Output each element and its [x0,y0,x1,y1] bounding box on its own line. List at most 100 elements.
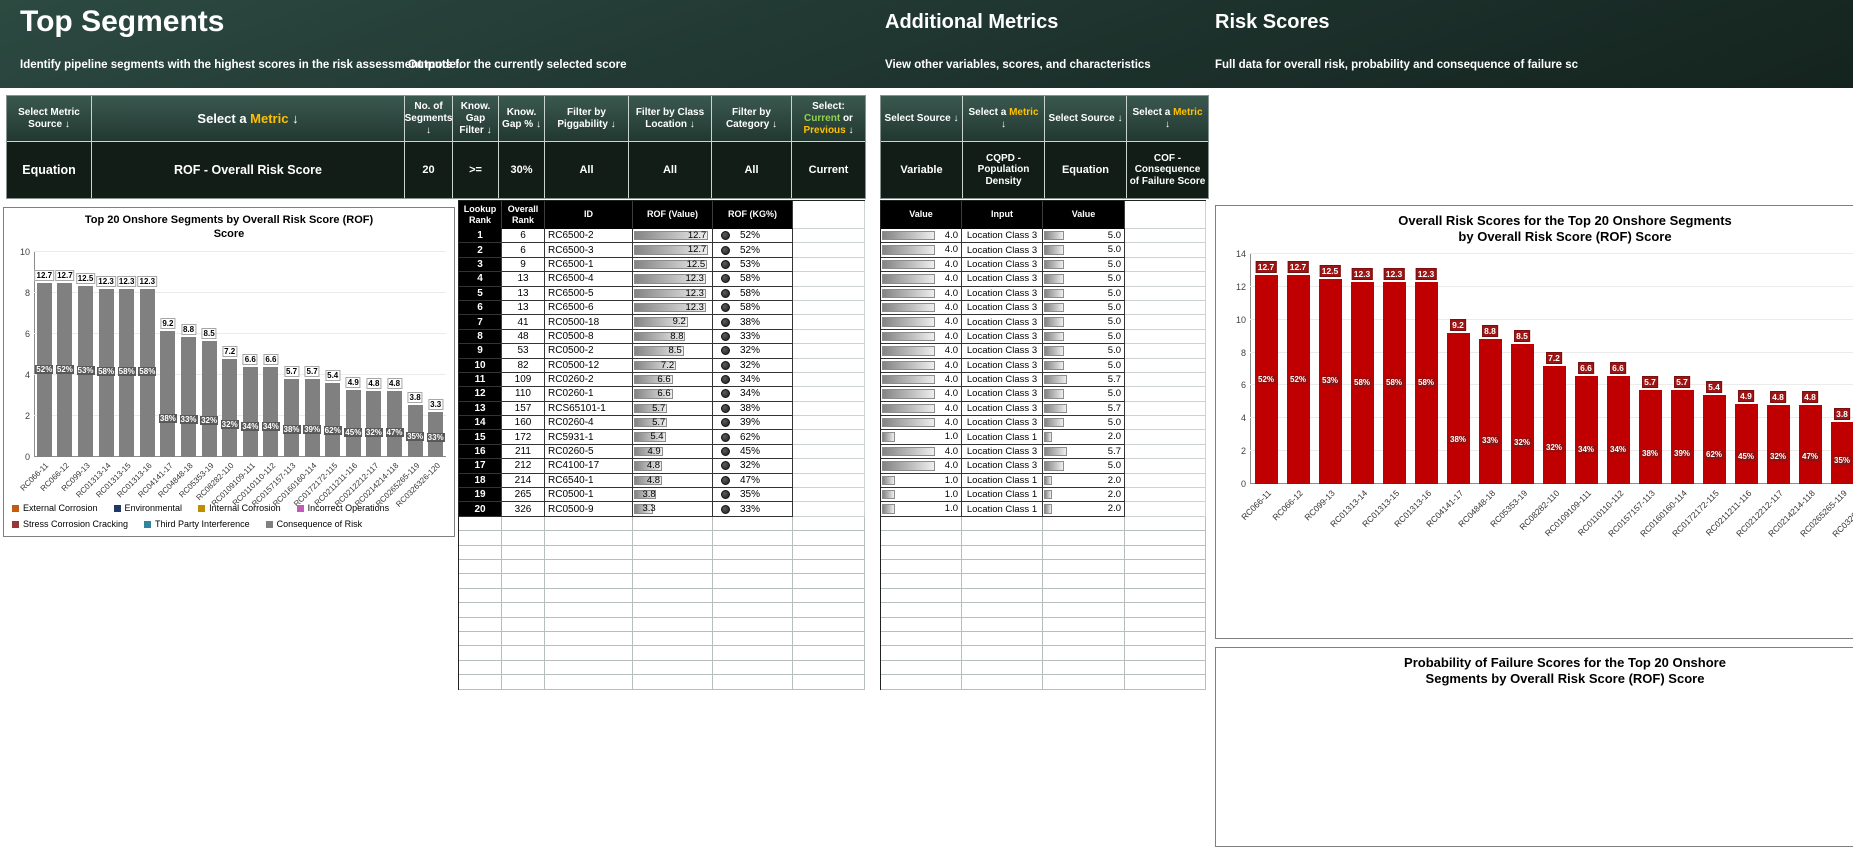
overall-rank-cell[interactable]: 13 [502,301,545,315]
segment-id-cell[interactable]: RCS65101-1 [545,402,633,416]
empty-cell[interactable] [633,531,713,545]
metric-input-cell[interactable]: Location Class 3 [962,272,1043,286]
top-segments-chart[interactable]: Top 20 Onshore Segments by Overall Risk … [3,207,455,537]
empty-cell[interactable] [793,488,865,502]
metric-score-cell[interactable]: 5.0 [1043,459,1125,473]
empty-cell[interactable] [1125,517,1206,531]
empty-cell[interactable] [545,603,633,617]
empty-cell[interactable] [793,315,865,329]
overall-rank-cell[interactable]: 214 [502,474,545,488]
metric-value-cell[interactable]: 1.0 [881,430,962,444]
empty-cell[interactable] [1125,474,1206,488]
empty-cell[interactable] [1125,229,1206,243]
empty-cell[interactable] [962,589,1043,603]
metric-input-cell[interactable]: Location Class 3 [962,243,1043,257]
bar[interactable] [387,391,402,457]
empty-cell[interactable] [502,618,545,632]
empty-cell[interactable] [793,546,865,560]
empty-cell[interactable] [881,517,962,531]
metric-score-cell[interactable]: 5.7 [1043,373,1125,387]
metric-score-cell[interactable]: 5.0 [1043,229,1125,243]
rof-value-cell[interactable]: 3.8 [633,488,713,502]
empty-cell[interactable] [962,632,1043,646]
overall-rank-cell[interactable]: 326 [502,502,545,516]
rof-value-cell[interactable]: 4.9 [633,445,713,459]
metric-input-cell[interactable]: Location Class 1 [962,430,1043,444]
empty-cell[interactable] [881,531,962,545]
metric-value-cell[interactable]: 4.0 [881,301,962,315]
empty-cell[interactable] [1125,632,1206,646]
segment-id-cell[interactable]: RC0500-2 [545,344,633,358]
empty-cell[interactable] [1125,359,1206,373]
rof-kg-cell[interactable]: 39% [713,416,793,430]
empty-cell[interactable] [793,459,865,473]
segment-id-cell[interactable]: RC6500-4 [545,272,633,286]
rof-kg-cell[interactable]: 33% [713,502,793,516]
rof-value-cell[interactable]: 8.8 [633,330,713,344]
source-select-2[interactable]: Equation [1045,142,1126,198]
rof-kg-cell[interactable]: 47% [713,474,793,488]
segment-id-cell[interactable]: RC0260-2 [545,373,633,387]
segment-id-cell[interactable]: RC4100-17 [545,459,633,473]
empty-cell[interactable] [962,517,1043,531]
lookup-rank-cell[interactable]: 8 [459,330,502,344]
empty-cell[interactable] [545,574,633,588]
empty-cell[interactable] [1125,243,1206,257]
segment-id-cell[interactable]: RC0500-9 [545,502,633,516]
empty-cell[interactable] [713,546,793,560]
bar[interactable] [325,383,340,457]
metric-score-cell[interactable]: 5.0 [1043,258,1125,272]
segment-id-cell[interactable]: RC5931-1 [545,430,633,444]
empty-cell[interactable] [793,258,865,272]
empty-cell[interactable] [1125,416,1206,430]
empty-cell[interactable] [545,646,633,660]
segment-id-cell[interactable]: RC0260-5 [545,445,633,459]
empty-cell[interactable] [962,574,1043,588]
lookup-rank-cell[interactable]: 7 [459,315,502,329]
empty-cell[interactable] [1125,502,1206,516]
empty-cell[interactable] [633,618,713,632]
metric-input-cell[interactable]: Location Class 3 [962,344,1043,358]
col-header-input[interactable]: Input [962,201,1043,229]
empty-cell[interactable] [502,603,545,617]
rof-value-cell[interactable]: 12.3 [633,272,713,286]
empty-cell[interactable] [633,646,713,660]
empty-cell[interactable] [881,646,962,660]
overall-rank-cell[interactable]: 6 [502,243,545,257]
rof-kg-cell[interactable]: 62% [713,430,793,444]
empty-cell[interactable] [793,531,865,545]
kg-percent-select[interactable]: 30% [499,142,544,198]
empty-cell[interactable] [1125,531,1206,545]
empty-cell[interactable] [793,445,865,459]
empty-cell[interactable] [1043,546,1125,560]
segment-id-cell[interactable]: RC6500-1 [545,258,633,272]
metric-score-cell[interactable]: 5.7 [1043,402,1125,416]
empty-cell[interactable] [713,675,793,689]
empty-cell[interactable] [881,603,962,617]
empty-cell[interactable] [793,618,865,632]
empty-cell[interactable] [962,531,1043,545]
rof-kg-cell[interactable]: 38% [713,402,793,416]
metric-input-cell[interactable]: Location Class 3 [962,416,1043,430]
empty-cell[interactable] [793,474,865,488]
piggability-filter-select[interactable]: All [545,142,628,198]
empty-cell[interactable] [881,574,962,588]
bar[interactable] [1543,366,1566,484]
empty-cell[interactable] [881,618,962,632]
empty-cell[interactable] [713,632,793,646]
metric-input-cell[interactable]: Location Class 3 [962,402,1043,416]
lookup-rank-cell[interactable]: 19 [459,488,502,502]
empty-cell[interactable] [793,344,865,358]
metric-value-cell[interactable]: 4.0 [881,344,962,358]
segment-id-cell[interactable]: RC6500-6 [545,301,633,315]
empty-cell[interactable] [881,632,962,646]
rof-kg-cell[interactable]: 53% [713,258,793,272]
lookup-rank-cell[interactable]: 5 [459,287,502,301]
empty-cell[interactable] [545,675,633,689]
bar[interactable] [284,379,299,457]
segment-id-cell[interactable]: RC6500-2 [545,229,633,243]
empty-cell[interactable] [793,646,865,660]
bar[interactable] [243,367,258,457]
rof-kg-cell[interactable]: 33% [713,330,793,344]
empty-cell[interactable] [1125,258,1206,272]
